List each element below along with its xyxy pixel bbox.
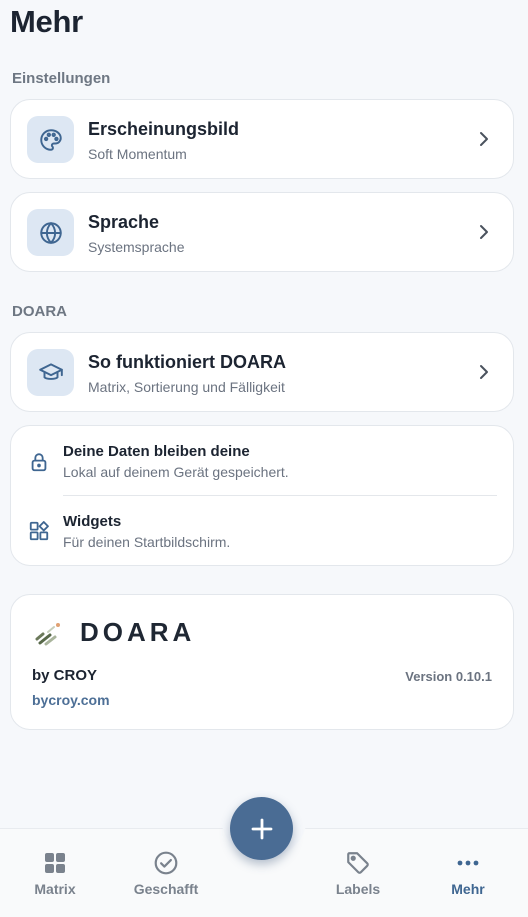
grid-icon <box>10 849 100 877</box>
more-dots-icon <box>423 849 513 877</box>
info-card: Deine Daten bleiben deine Lokal auf dein… <box>10 425 514 566</box>
how-it-works-row[interactable]: So funktioniert DOARA Matrix, Sortierung… <box>10 332 514 412</box>
privacy-subtitle: Lokal auf deinem Gerät gespeichert. <box>63 464 289 480</box>
language-subtitle: Systemsprache <box>88 239 185 255</box>
brand-card: DOARA by CROY Version 0.10.1 bycroy.com <box>10 594 514 730</box>
how-it-works-title: So funktioniert DOARA <box>88 352 286 372</box>
language-row[interactable]: Sprache Systemsprache <box>10 192 514 272</box>
section-label-doara: DOARA <box>12 303 67 320</box>
appearance-subtitle: Soft Momentum <box>88 146 187 162</box>
tag-icon <box>313 849 403 877</box>
version-label: Version 0.10.1 <box>405 669 492 684</box>
appearance-title: Erscheinungsbild <box>88 119 240 139</box>
how-it-works-subtitle: Matrix, Sortierung und Fälligkeit <box>88 379 285 395</box>
nav-item-mehr[interactable]: Mehr <box>423 849 513 897</box>
globe-icon <box>27 209 74 256</box>
appearance-row[interactable]: Erscheinungsbild Soft Momentum <box>10 99 514 179</box>
nav-item-matrix[interactable]: Matrix <box>10 849 100 897</box>
plus-icon <box>251 818 272 839</box>
nav-label-matrix: Matrix <box>34 881 76 897</box>
section-label-settings: Einstellungen <box>12 70 111 87</box>
doara-logo <box>34 620 64 646</box>
chevron-right-icon <box>477 362 491 382</box>
add-task-button[interactable] <box>230 797 293 860</box>
nav-label-geschafft: Geschafft <box>133 881 199 897</box>
check-circle-icon <box>121 849 211 877</box>
website-link[interactable]: bycroy.com <box>32 692 110 708</box>
widgets-title: Widgets <box>63 513 122 530</box>
page-title: Mehr <box>10 4 83 39</box>
widgets-icon <box>28 520 50 542</box>
nav-label-mehr: Mehr <box>451 881 485 897</box>
nav-label-labels: Labels <box>335 881 381 897</box>
brand-by: by CROY <box>32 667 98 684</box>
nav-item-labels[interactable]: Labels <box>313 849 403 897</box>
palette-icon <box>27 116 74 163</box>
language-title: Sprache <box>88 212 160 232</box>
nav-item-geschafft[interactable]: Geschafft <box>121 849 211 897</box>
lock-icon <box>28 451 50 473</box>
divider <box>63 495 497 496</box>
graduation-cap-icon <box>27 349 74 396</box>
chevron-right-icon <box>477 129 491 149</box>
widgets-subtitle: Für deinen Startbildschirm. <box>63 534 231 550</box>
brand-name: DOARA <box>80 617 196 647</box>
privacy-title: Deine Daten bleiben deine <box>63 443 250 460</box>
chevron-right-icon <box>477 222 491 242</box>
